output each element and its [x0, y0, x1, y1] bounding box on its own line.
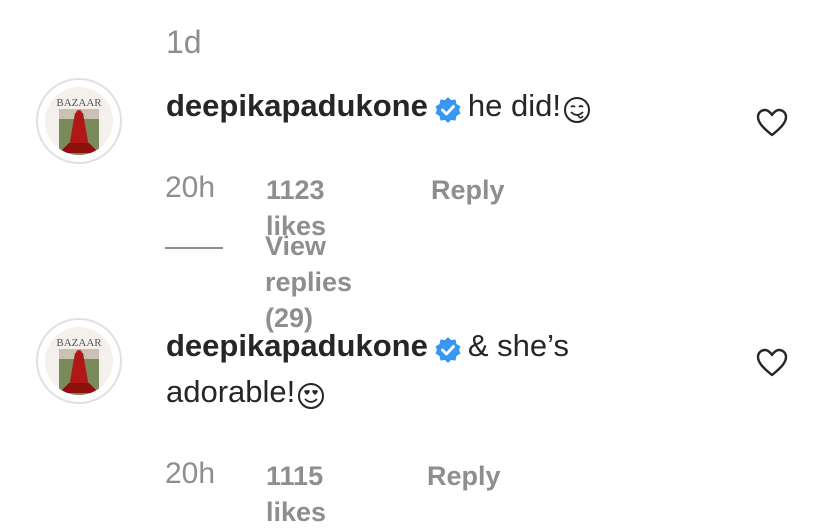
avatar[interactable]: BAZAAR	[36, 318, 122, 404]
magazine-cover-icon: BAZAAR	[45, 327, 113, 395]
comment-time[interactable]: 20h	[165, 456, 215, 492]
comment-text-line2: adorable!	[166, 374, 296, 409]
smiling-face-with-tongue-icon	[563, 96, 591, 124]
replies-divider	[165, 247, 223, 249]
likes-count[interactable]: 1115 likes	[266, 458, 326, 530]
view-replies-button[interactable]: View replies (29)	[265, 228, 352, 336]
comment-text-line1: & she’s	[467, 328, 569, 363]
verified-badge-icon	[434, 336, 462, 364]
smiling-face-with-heart-eyes-icon	[297, 382, 325, 410]
verified-badge-icon	[434, 96, 462, 124]
comment-body-line2: adorable!	[166, 372, 325, 414]
avatar-logo-text: BAZAAR	[56, 97, 102, 109]
avatar[interactable]: BAZAAR	[36, 78, 122, 164]
comment-text: he did!	[467, 88, 561, 123]
comment-body: deepikapadukone he did!	[166, 86, 591, 128]
avatar-image: BAZAAR	[45, 87, 113, 155]
comment-body: deepikapadukone & she’s	[166, 326, 569, 368]
reply-button[interactable]: Reply	[427, 458, 501, 494]
avatar-image: BAZAAR	[45, 327, 113, 395]
avatar-logo-text: BAZAAR	[56, 337, 102, 349]
username-link[interactable]: deepikapadukone	[166, 88, 428, 123]
like-heart-icon[interactable]	[755, 346, 789, 385]
top-timestamp: 1d	[166, 24, 202, 60]
like-heart-icon[interactable]	[755, 106, 789, 145]
username-link[interactable]: deepikapadukone	[166, 328, 428, 363]
magazine-cover-icon: BAZAAR	[45, 87, 113, 155]
reply-button[interactable]: Reply	[431, 172, 505, 208]
comment-time[interactable]: 20h	[165, 170, 215, 206]
